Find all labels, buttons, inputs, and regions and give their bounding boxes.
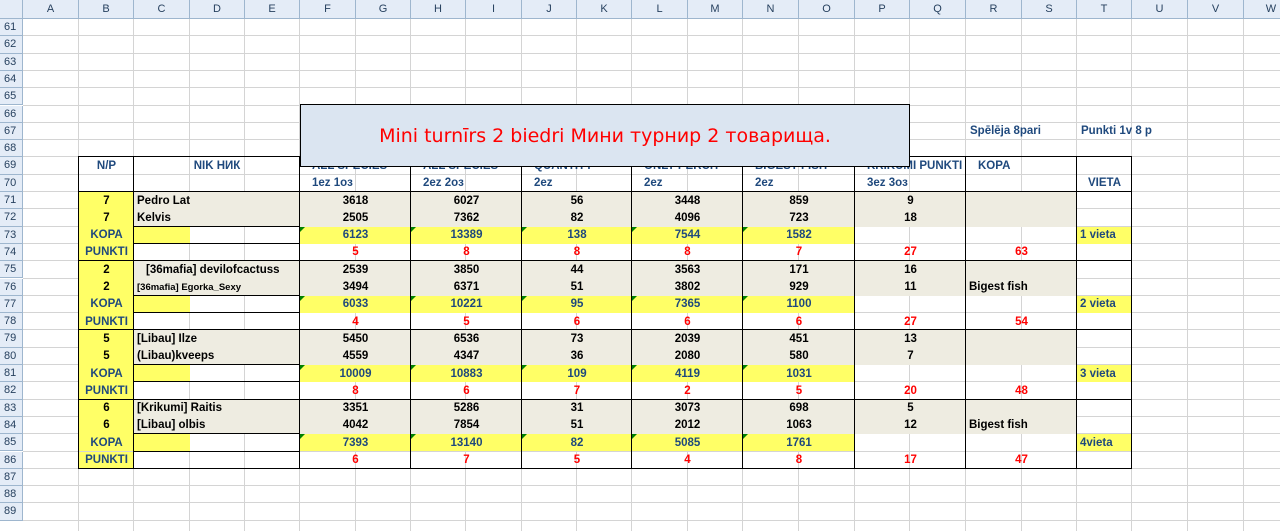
row-header-79[interactable]: 79 [0, 330, 23, 348]
column-header-s[interactable]: S [1022, 0, 1077, 19]
column-header-o[interactable]: O [799, 0, 855, 19]
column-header-e[interactable]: E [245, 0, 300, 19]
row-header-87[interactable]: 87 [0, 468, 23, 487]
spreadsheet: N/PNIK НИКALL SPECIES1ez 1oзALL SPECIES2… [0, 0, 1280, 531]
column-header-h[interactable]: H [411, 0, 466, 19]
row-header-72[interactable]: 72 [0, 209, 23, 227]
row-header-83[interactable]: 83 [0, 399, 23, 417]
row-header-67[interactable]: 67 [0, 122, 23, 141]
column-header-c[interactable]: C [134, 0, 190, 19]
column-header-i[interactable]: I [466, 0, 522, 19]
row-header-75[interactable]: 75 [0, 261, 23, 279]
column-header-a[interactable]: A [23, 0, 79, 19]
row-header-70[interactable]: 70 [0, 174, 23, 192]
column-header-j[interactable]: J [522, 0, 577, 19]
column-header-b[interactable]: B [79, 0, 134, 19]
row-header-89[interactable]: 89 [0, 503, 23, 521]
select-all-corner[interactable] [0, 0, 23, 19]
column-header-t[interactable]: T [1077, 0, 1132, 19]
column-header-u[interactable]: U [1132, 0, 1188, 19]
column-header-l[interactable]: L [632, 0, 688, 19]
row-header-82[interactable]: 82 [0, 382, 23, 400]
row-header-69[interactable]: 69 [0, 157, 23, 175]
row-header-85[interactable]: 85 [0, 434, 23, 452]
column-header-m[interactable]: M [688, 0, 743, 19]
column-header-v[interactable]: V [1188, 0, 1244, 19]
row-header-63[interactable]: 63 [0, 53, 23, 71]
row-header-61[interactable]: 61 [0, 19, 23, 37]
row-header-86[interactable]: 86 [0, 451, 23, 469]
row-header-81[interactable]: 81 [0, 365, 23, 383]
row-header-88[interactable]: 88 [0, 486, 23, 504]
column-header-g[interactable]: G [356, 0, 411, 19]
row-header-64[interactable]: 64 [0, 70, 23, 89]
row-header-71[interactable]: 71 [0, 192, 23, 210]
row-header-74[interactable]: 74 [0, 243, 23, 262]
row-header-77[interactable]: 77 [0, 295, 23, 314]
row-header-62[interactable]: 62 [0, 36, 23, 54]
row-header-80[interactable]: 80 [0, 347, 23, 365]
row-header-73[interactable]: 73 [0, 226, 23, 244]
column-header-w[interactable]: W [1244, 0, 1280, 19]
column-header-p[interactable]: P [855, 0, 910, 19]
column-header-k[interactable]: K [577, 0, 632, 19]
row-header-68[interactable]: 68 [0, 140, 23, 158]
column-header-n[interactable]: N [743, 0, 799, 19]
column-header-q[interactable]: Q [910, 0, 966, 19]
row-header-78[interactable]: 78 [0, 313, 23, 331]
column-header-f[interactable]: F [300, 0, 356, 19]
row-header-84[interactable]: 84 [0, 416, 23, 435]
row-header-65[interactable]: 65 [0, 88, 23, 106]
header-layer: A B C D E F G H I J K L M N O P Q R S T U V W 61 62 63 64 65 66 67 68 6… [0, 0, 1280, 531]
row-header-76[interactable]: 76 [0, 278, 23, 296]
row-header-66[interactable]: 66 [0, 105, 23, 123]
column-header-r[interactable]: R [966, 0, 1022, 19]
column-header-d[interactable]: D [190, 0, 245, 19]
